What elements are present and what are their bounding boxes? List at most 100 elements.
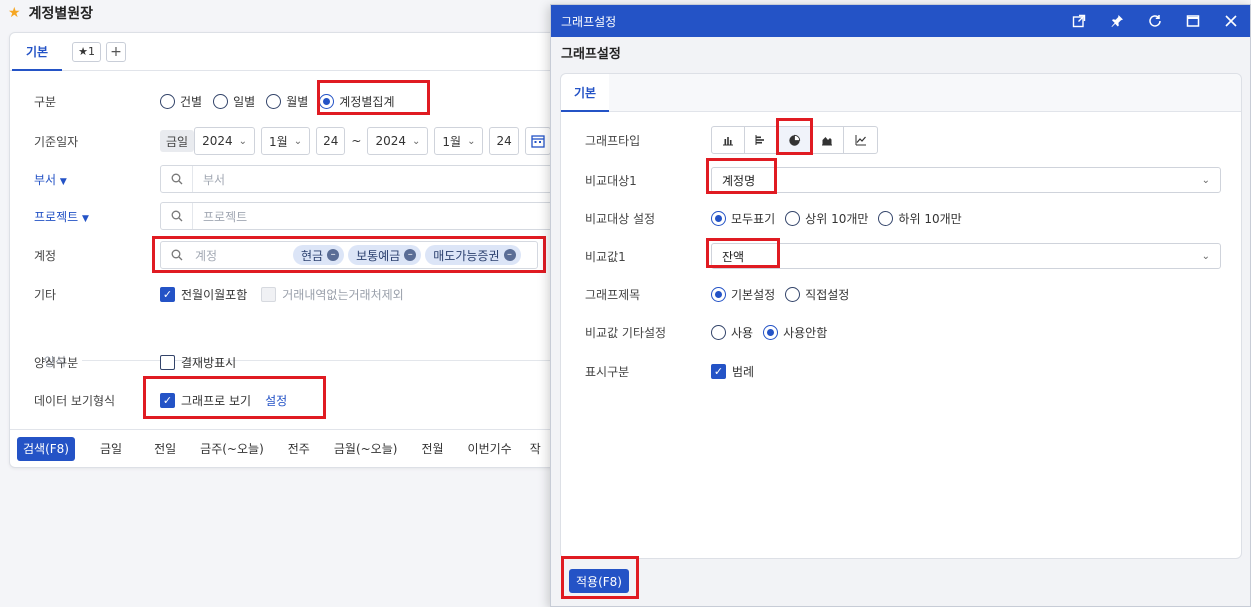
value1-label: 비교값1	[585, 249, 626, 264]
account-tag-deposit[interactable]: 보통예금 –	[348, 245, 422, 265]
approval-box-label: 결재방표시	[181, 355, 237, 370]
dialog-tab-basic[interactable]: 기본	[561, 73, 610, 112]
value1-select[interactable]: 잔액 ⌄	[711, 243, 1221, 269]
radio-circle[interactable]	[266, 93, 282, 109]
etc-options: ✓ 전월이월포함 거래내역없는거래처제외	[160, 286, 404, 303]
pin-icon[interactable]	[1098, 5, 1136, 37]
remove-tag-icon[interactable]: –	[503, 249, 516, 261]
quick-yesterday[interactable]: 전일	[154, 440, 176, 457]
radio-gubun-day[interactable]: 일별	[213, 93, 255, 110]
quick-this-week[interactable]: 금주(~오늘)	[200, 440, 264, 457]
dept-label[interactable]: 부서 ▼	[34, 171, 154, 188]
calendar-icon[interactable]	[524, 127, 551, 155]
radio-circle-selected[interactable]	[711, 210, 726, 226]
include-carryover-checkbox[interactable]: ✓	[160, 286, 175, 302]
maximize-icon[interactable]	[1174, 5, 1212, 37]
chevron-down-icon: ⌄	[1201, 174, 1210, 186]
project-search-input[interactable]: 프로젝트	[160, 202, 560, 230]
graph-view-checkbox[interactable]: ✓	[160, 392, 175, 408]
close-icon[interactable]	[1212, 5, 1250, 37]
exclude-no-tx-label: 거래내역없는거래처제외	[282, 287, 404, 302]
from-year-select[interactable]: 2024 ⌄	[194, 127, 256, 155]
favorite-tab-chip[interactable]: ★1	[72, 41, 101, 62]
bar-chart-icon[interactable]	[712, 127, 745, 153]
add-tab-button[interactable]: +	[105, 41, 126, 62]
search-icon[interactable]	[161, 166, 193, 192]
graph-title-radio-group: 기본설정 직접설정	[711, 286, 853, 303]
radio-show-all[interactable]: 모두표기	[711, 210, 775, 227]
from-day-input[interactable]: 24	[316, 127, 346, 155]
radio-default-title[interactable]: 기본설정	[711, 286, 775, 303]
chevron-down-icon: ⌄	[467, 135, 476, 147]
area-chart-icon[interactable]	[811, 127, 844, 153]
dept-search-input[interactable]: 부서	[160, 165, 560, 193]
search-icon[interactable]	[161, 242, 193, 268]
radio-circle[interactable]	[785, 286, 801, 302]
radio-circle-selected[interactable]	[711, 286, 726, 302]
to-month-select[interactable]: 1월 ⌄	[434, 127, 484, 155]
radio-top10[interactable]: 상위 10개만	[785, 210, 868, 227]
from-month-select[interactable]: 1월 ⌄	[261, 127, 311, 155]
radio-gubun-case[interactable]: 건별	[160, 93, 202, 110]
graph-setting-link[interactable]: 설정	[265, 392, 287, 409]
pie-chart-icon[interactable]	[778, 127, 811, 153]
search-button[interactable]: 검색(F8)	[17, 436, 75, 461]
radio-circle-selected[interactable]	[763, 324, 779, 340]
radio-circle[interactable]	[878, 210, 894, 226]
tag-label: 현금	[301, 248, 324, 263]
account-tag-cash[interactable]: 현금 –	[293, 245, 345, 265]
value1-controls: 잔액 ⌄	[711, 243, 1221, 269]
dept-placeholder: 부서	[203, 172, 226, 187]
radio-gubun-month[interactable]: 월별	[266, 93, 308, 110]
horizontal-bar-chart-icon[interactable]	[745, 127, 778, 153]
graph-type-controls	[711, 126, 878, 154]
compare1-select[interactable]: 계정명 ⌄	[711, 167, 1221, 193]
line-chart-icon[interactable]	[844, 127, 877, 153]
radio-gubun-account-summary[interactable]: 계정별집계	[319, 93, 394, 110]
to-day-input[interactable]: 24	[489, 127, 519, 155]
quick-this-period[interactable]: 이번기수	[468, 440, 512, 457]
dept-search: 부서	[160, 165, 560, 193]
popout-icon[interactable]	[1060, 5, 1098, 37]
chevron-down-icon: ⌄	[238, 135, 248, 147]
remove-tag-icon[interactable]: –	[404, 249, 417, 261]
quick-today[interactable]: 금일	[100, 440, 122, 457]
quick-last-week[interactable]: 전주	[288, 440, 310, 457]
graph-title-label: 그래프제목	[585, 287, 641, 302]
account-tag-securities[interactable]: 매도가능증권 –	[425, 245, 521, 265]
radio-bottom10[interactable]: 하위 10개만	[878, 210, 962, 227]
quick-more[interactable]: 작	[530, 440, 541, 457]
radio-circle[interactable]	[160, 93, 175, 109]
date-label: 기준일자	[34, 134, 79, 149]
date-preset-badge[interactable]: 금일	[160, 130, 195, 152]
to-year-select[interactable]: 2024 ⌄	[367, 127, 429, 155]
radio-circle-selected[interactable]	[319, 93, 335, 109]
star-icon[interactable]: ★	[8, 5, 21, 21]
radio-circle[interactable]	[785, 210, 801, 226]
caret-down-icon: ▼	[59, 176, 67, 187]
radio-use[interactable]: 사용	[711, 324, 753, 341]
quick-this-month[interactable]: 금월(~오늘)	[334, 440, 398, 457]
radio-custom-title[interactable]: 직접설정	[785, 286, 849, 303]
account-search-input[interactable]: 계정 현금 – 보통예금 – 매도가능증권 –	[160, 241, 538, 269]
account-search: 계정 현금 – 보통예금 – 매도가능증권 –	[160, 241, 538, 269]
radio-not-use[interactable]: 사용안함	[763, 324, 827, 341]
radio-circle[interactable]	[213, 93, 229, 109]
quick-last-month[interactable]: 전월	[421, 440, 443, 457]
approval-box-checkbox[interactable]	[160, 354, 175, 370]
project-label[interactable]: 프로젝트 ▼	[34, 208, 154, 225]
select-value: 1월	[442, 134, 462, 149]
radio-label: 일별	[233, 94, 256, 109]
radio-label: 직접설정	[805, 287, 850, 302]
quick-date-bar: 검색(F8) 금일 전일 금주(~오늘) 전주 금월(~오늘) 전월 이번기수 …	[10, 429, 568, 467]
radio-circle[interactable]	[711, 324, 726, 340]
chevron-down-icon: ⌄	[293, 135, 303, 147]
refresh-icon[interactable]	[1136, 5, 1174, 37]
search-icon[interactable]	[161, 203, 193, 229]
main-tab-bar: 기본 ★1 +	[10, 33, 568, 71]
apply-button[interactable]: 적용(F8)	[569, 569, 629, 593]
account-label: 계정	[34, 248, 57, 263]
legend-checkbox[interactable]: ✓	[711, 363, 726, 379]
tab-basic[interactable]: 기본	[12, 33, 63, 71]
remove-tag-icon[interactable]: –	[327, 249, 340, 261]
